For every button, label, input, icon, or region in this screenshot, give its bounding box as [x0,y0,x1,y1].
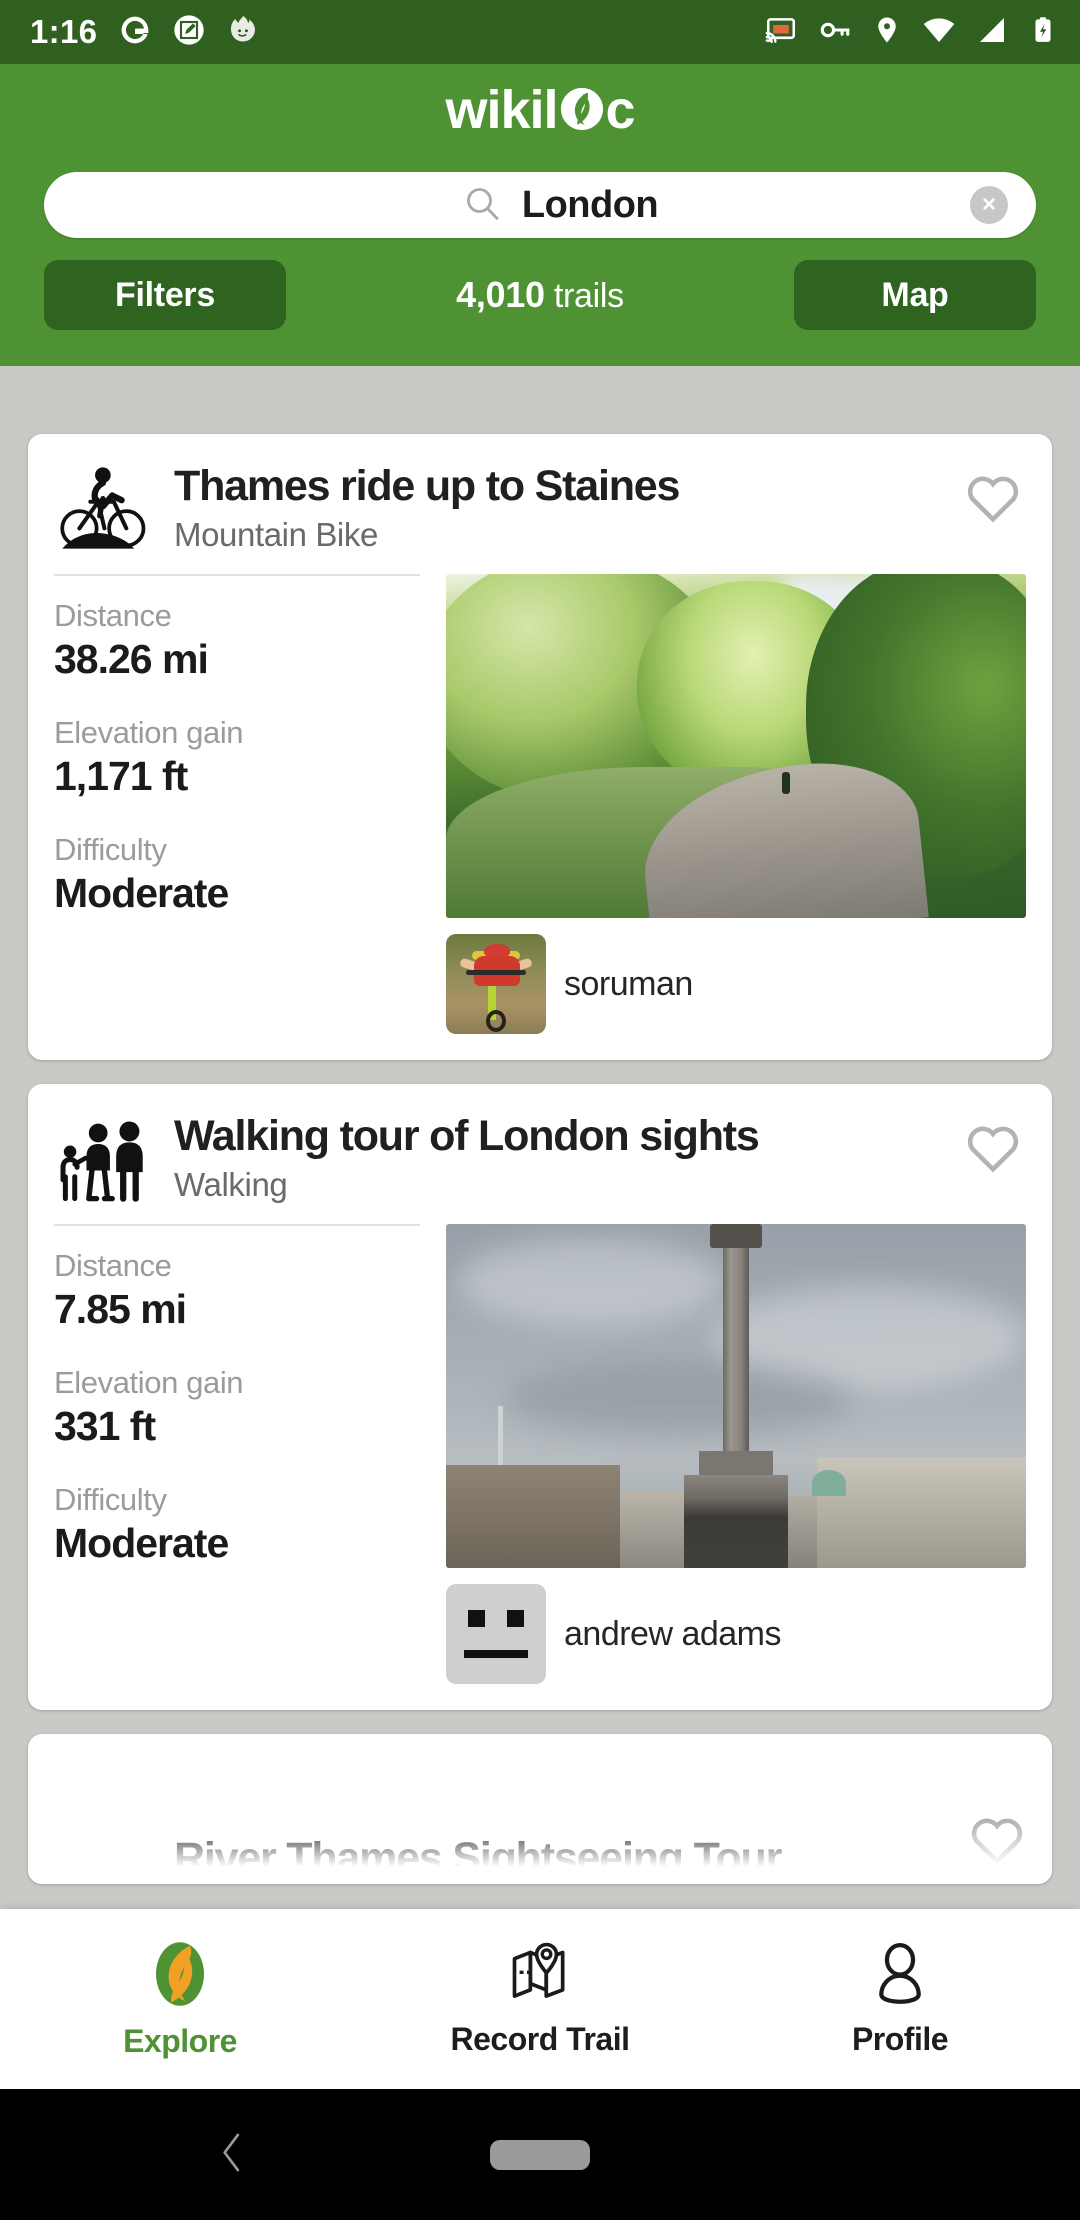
trail-card[interactable]: Walking tour of London sights Walking Di… [28,1084,1052,1710]
avatar [446,934,546,1034]
brand-logo-row: wikil c [0,64,1080,160]
trail-card-partial[interactable]: River Thames Sightseeing Tour [28,1734,1052,1884]
brand-wordmark: wikil c [445,80,636,141]
trail-card-body: Distance 38.26 mi Elevation gain 1,171 f… [54,574,1026,1034]
walking-family-icon [54,1106,158,1210]
back-chevron-icon[interactable] [214,2130,250,2179]
trail-author[interactable]: andrew adams [446,1584,1026,1684]
avatar [446,1584,546,1684]
nav-label-profile: Profile [851,2021,949,2057]
trail-card[interactable]: Thames ride up to Staines Mountain Bike … [28,434,1052,1060]
wikiloc-leaf-icon [559,86,605,141]
vpn-key-icon [818,13,852,52]
home-pill-icon[interactable] [490,2139,590,2170]
wikiloc-leaf-icon [144,1938,216,2015]
nav-label-record-trail: Record Trail [450,2021,630,2057]
nav-item-profile[interactable]: Profile [720,1940,1080,2058]
app-header: wikil c London × Filters 4,010 trails Map [0,64,1080,366]
brand-text-c: c [605,80,636,140]
stat-elevation-label: Elevation gain [54,1365,244,1400]
author-name: andrew adams [564,1614,782,1653]
trail-author[interactable]: soruman [446,934,1026,1034]
mountain-bike-icon [54,456,158,560]
stat-elevation-value: 1,171 ft [54,753,188,799]
nav-item-explore[interactable]: Explore [0,1938,360,2060]
status-bar: 1:16 [0,0,1080,64]
trail-stats: Distance 7.85 mi Elevation gain 331 ft D… [54,1224,420,1684]
stat-difficulty: Difficulty Moderate [54,832,420,917]
stat-difficulty-label: Difficulty [54,1482,167,1517]
trail-count-suffix: trails [544,277,624,315]
trail-activity: Walking [174,1165,288,1203]
stat-difficulty-value: Moderate [54,870,229,916]
stat-elevation-value: 331 ft [54,1403,156,1449]
trail-title: Thames ride up to Staines [174,462,680,510]
trail-media: andrew adams [446,1224,1026,1684]
stat-difficulty-value: Moderate [54,1520,229,1566]
trail-activity: Mountain Bike [174,515,378,553]
nav-item-record-trail[interactable]: Record Trail [360,1940,720,2058]
search-value: London [521,183,659,226]
search-input[interactable]: London [44,183,1036,228]
stat-elevation-label: Elevation gain [54,715,244,750]
filters-button[interactable]: Filters [44,260,286,330]
clear-icon[interactable]: × [970,186,1008,224]
battery-charging-icon [1028,15,1058,50]
cast-icon [764,13,798,52]
trail-media: soruman [446,574,1026,1034]
map-button[interactable]: Map [793,260,1036,330]
brand-text-wikil: wikil [445,80,558,140]
filter-bar: Filters 4,010 trails Map [0,238,1080,356]
trail-card-body: Distance 7.85 mi Elevation gain 331 ft D… [54,1224,1026,1684]
trail-titles: Thames ride up to Staines Mountain Bike [174,456,948,554]
stat-difficulty: Difficulty Moderate [54,1482,420,1567]
cell-signal-icon [976,14,1008,51]
location-pin-icon [872,15,902,50]
favorite-button[interactable] [964,1106,1026,1179]
stat-distance-label: Distance [54,598,172,633]
trail-count-number: 4,010 [456,274,545,315]
status-bar-left: 1:16 [30,13,259,51]
map-pin-icon [506,1940,574,2013]
trail-count: 4,010 trails [456,274,624,316]
favorite-button[interactable] [964,456,1026,529]
person-icon [866,1940,934,2013]
trail-title: Walking tour of London sights [174,1112,760,1160]
search-icon [462,183,502,228]
stat-distance: Distance 38.26 mi [54,598,420,683]
android-navigation-bar [0,2089,1080,2220]
trail-photo[interactable] [446,1224,1026,1568]
stat-difficulty-label: Difficulty [54,832,167,867]
wifi-icon [922,13,956,52]
author-name: soruman [564,964,693,1003]
trail-photo[interactable] [446,574,1026,918]
list-fade-mask [28,1822,1052,1884]
flame-face-icon [227,14,259,51]
google-icon [119,14,151,51]
stat-distance-value: 7.85 mi [54,1286,187,1332]
stat-distance-value: 38.26 mi [54,636,209,682]
stat-distance-label: Distance [54,1248,172,1283]
stat-distance: Distance 7.85 mi [54,1248,420,1333]
search-bar[interactable]: London × [44,172,1036,238]
trail-list[interactable]: Thames ride up to Staines Mountain Bike … [0,410,1080,1909]
stat-elevation: Elevation gain 331 ft [54,1365,420,1450]
trail-card-header: Thames ride up to Staines Mountain Bike [54,456,1026,560]
heart-outline-icon [967,476,1019,523]
trail-stats: Distance 38.26 mi Elevation gain 1,171 f… [54,574,420,1034]
phone-screen: 1:16 wikil c London × Filters 4,010 trai… [0,0,1080,2220]
status-time: 1:16 [30,13,98,50]
stat-elevation: Elevation gain 1,171 ft [54,715,420,800]
screenshot-edit-icon [173,14,205,51]
bottom-navigation: Explore Record Trail Profile [0,1909,1080,2089]
search-container: London × [0,160,1080,238]
heart-outline-icon [967,1126,1019,1173]
nav-label-explore: Explore [123,2023,237,2059]
status-bar-right [764,13,1058,52]
trail-titles: Walking tour of London sights Walking [174,1106,948,1204]
trail-card-header: Walking tour of London sights Walking [54,1106,1026,1210]
